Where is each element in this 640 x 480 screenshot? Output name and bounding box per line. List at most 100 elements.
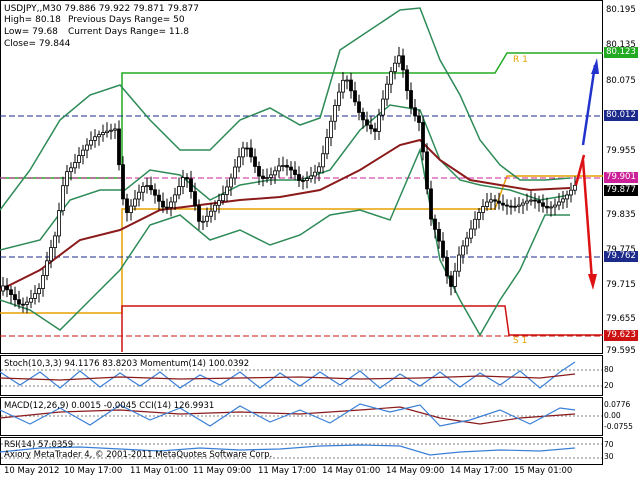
candle-body (133, 198, 137, 207)
candle-body (325, 137, 329, 155)
candle-body (25, 301, 29, 305)
candle-body (45, 260, 49, 276)
candle-body (41, 275, 45, 289)
candle-body (465, 237, 469, 247)
candle-body (209, 210, 213, 217)
candle-body (449, 275, 453, 287)
price-label: 79.835 (606, 210, 636, 220)
time-label: 14 May 17:00 (450, 466, 509, 476)
candle-body (305, 178, 309, 181)
moving-average (0, 138, 571, 291)
candle-body (221, 194, 225, 202)
candle-body (201, 220, 205, 223)
candle-body (349, 79, 353, 92)
candle-body (85, 144, 89, 151)
candle-body (81, 149, 85, 156)
candle-body (213, 204, 217, 212)
candle-body (181, 177, 185, 187)
macd-axis-bottom: -0.0755 (604, 422, 633, 431)
candle-body (573, 184, 577, 191)
time-label: 11 May 09:00 (193, 466, 252, 476)
time-label: 10 May 17:00 (64, 466, 123, 476)
candle-body (137, 191, 141, 200)
candle-body (461, 245, 465, 256)
candle-body (129, 205, 133, 213)
candle-body (237, 156, 241, 168)
candle-body (421, 122, 425, 153)
candle-body (173, 194, 177, 203)
candle-body (245, 147, 249, 150)
candle-body (317, 166, 321, 173)
candle-body (113, 128, 117, 131)
candle-body (49, 247, 53, 262)
stoch-axis-20: 20 (604, 381, 614, 390)
price-label: 79.595 (606, 346, 636, 356)
candle-body (357, 101, 361, 113)
candle-body (121, 164, 125, 200)
time-label: 14 May 01:00 (322, 466, 381, 476)
candle-body (145, 185, 149, 187)
candle-body (509, 205, 513, 208)
candle-body (393, 62, 397, 73)
candle-body (557, 201, 561, 206)
candle-body (217, 200, 221, 206)
candle-body (37, 288, 41, 295)
candle-body (21, 303, 25, 306)
pivot-label-r1: R 1 (513, 55, 528, 65)
up-arrow-icon (581, 58, 599, 146)
candle-body (565, 194, 569, 200)
candle-body (505, 204, 509, 207)
candle-body (381, 98, 385, 116)
time-label: 10 May 2012 (4, 466, 60, 476)
candle-body (397, 55, 401, 64)
candle-body (313, 171, 317, 177)
candle-body (141, 186, 145, 193)
candle-body (525, 200, 529, 204)
price-tag-79901: 79.901 (604, 172, 638, 183)
candle-body (309, 175, 313, 179)
price-label: 79.715 (606, 280, 636, 290)
candle-body (529, 199, 533, 202)
candle-body (189, 178, 193, 193)
rsi-label: RSI(14) 57.0359 (4, 440, 74, 450)
candle-body (329, 120, 333, 139)
candle-body (441, 240, 445, 258)
price-tag-79623: 79.623 (604, 330, 638, 341)
candle-body (489, 199, 493, 203)
candle-body (93, 136, 97, 141)
candle-body (533, 199, 537, 202)
pivot-label-s1: S 1 (513, 336, 528, 346)
candle-body (333, 105, 337, 122)
close-price: Close= 79.844 (4, 39, 71, 49)
candle-body (437, 228, 441, 242)
candle-body (553, 204, 557, 208)
candle-body (501, 202, 505, 206)
price-label: 79.655 (606, 314, 636, 324)
candle-body (485, 201, 489, 207)
candle-body (9, 289, 13, 296)
candle-body (549, 206, 553, 209)
candle-body (405, 69, 409, 91)
bollinger-bands (0, 7, 571, 337)
candle-body (477, 212, 481, 220)
candle-body (261, 175, 265, 179)
candle-body (445, 256, 449, 277)
price-tag-current: 79.877 (604, 185, 638, 196)
rsi-axis-70: 70 (604, 440, 614, 449)
time-label: 11 May 17:00 (258, 466, 317, 476)
candle-body (205, 215, 209, 222)
day-high: High= 80.18 (4, 15, 61, 25)
candle-body (337, 91, 341, 106)
candle-body (473, 218, 477, 230)
day-low: Low= 79.68 (4, 27, 58, 37)
candle-body (569, 189, 573, 196)
candle-body (469, 228, 473, 239)
candle-body (97, 134, 101, 138)
current-days-range: Current Days Range= 11.8 (68, 27, 189, 37)
candle-body (517, 204, 521, 207)
candle-body (57, 210, 61, 237)
price-tag-79762: 79.762 (604, 251, 638, 262)
candle-body (389, 71, 393, 85)
candle-body (377, 114, 381, 132)
previous-days-range: Previous Days Range= 50 (68, 15, 185, 25)
